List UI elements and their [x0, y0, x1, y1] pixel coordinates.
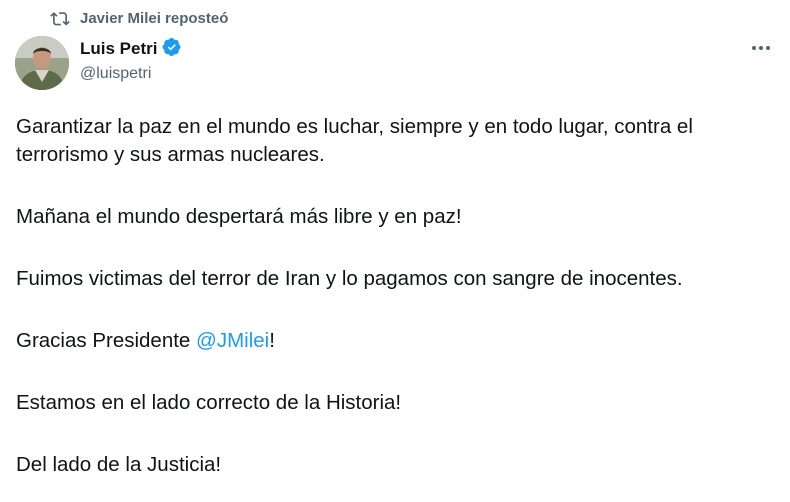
- tweet-paragraph: Gracias Presidente @JMilei!: [16, 327, 776, 355]
- verified-badge-icon: [162, 37, 182, 62]
- tweet-card[interactable]: Javier Milei reposteó Luis Petri @luispe…: [0, 0, 790, 502]
- author-handle[interactable]: @luispetri: [80, 65, 182, 83]
- mention-link[interactable]: @JMilei: [196, 329, 269, 352]
- tweet-paragraph: Garantizar la paz en el mundo es luchar,…: [16, 115, 693, 166]
- repost-icon: [50, 9, 70, 27]
- repost-indicator: Javier Milei reposteó: [50, 6, 228, 30]
- tweet-paragraph: Mañana el mundo despertará más libre y e…: [16, 205, 462, 228]
- more-options-button[interactable]: [748, 36, 774, 58]
- more-options-icon: [751, 38, 771, 56]
- author-name[interactable]: Luis Petri: [80, 39, 157, 59]
- avatar[interactable]: [15, 36, 69, 90]
- author-info: Luis Petri @luispetri: [80, 36, 182, 83]
- tweet-paragraph: Estamos en el lado correcto de la Histor…: [16, 391, 402, 414]
- reposter-link[interactable]: Javier Milei reposteó: [80, 10, 228, 27]
- tweet-text-segment: !: [269, 329, 275, 352]
- tweet-paragraph: Del lado de la Justicia!: [16, 453, 222, 476]
- tweet-text-segment: Gracias Presidente: [16, 329, 197, 352]
- tweet-paragraph: Fuimos victimas del terror de Iran y lo …: [16, 267, 683, 290]
- tweet-text: Garantizar la paz en el mundo es luchar,…: [16, 113, 776, 479]
